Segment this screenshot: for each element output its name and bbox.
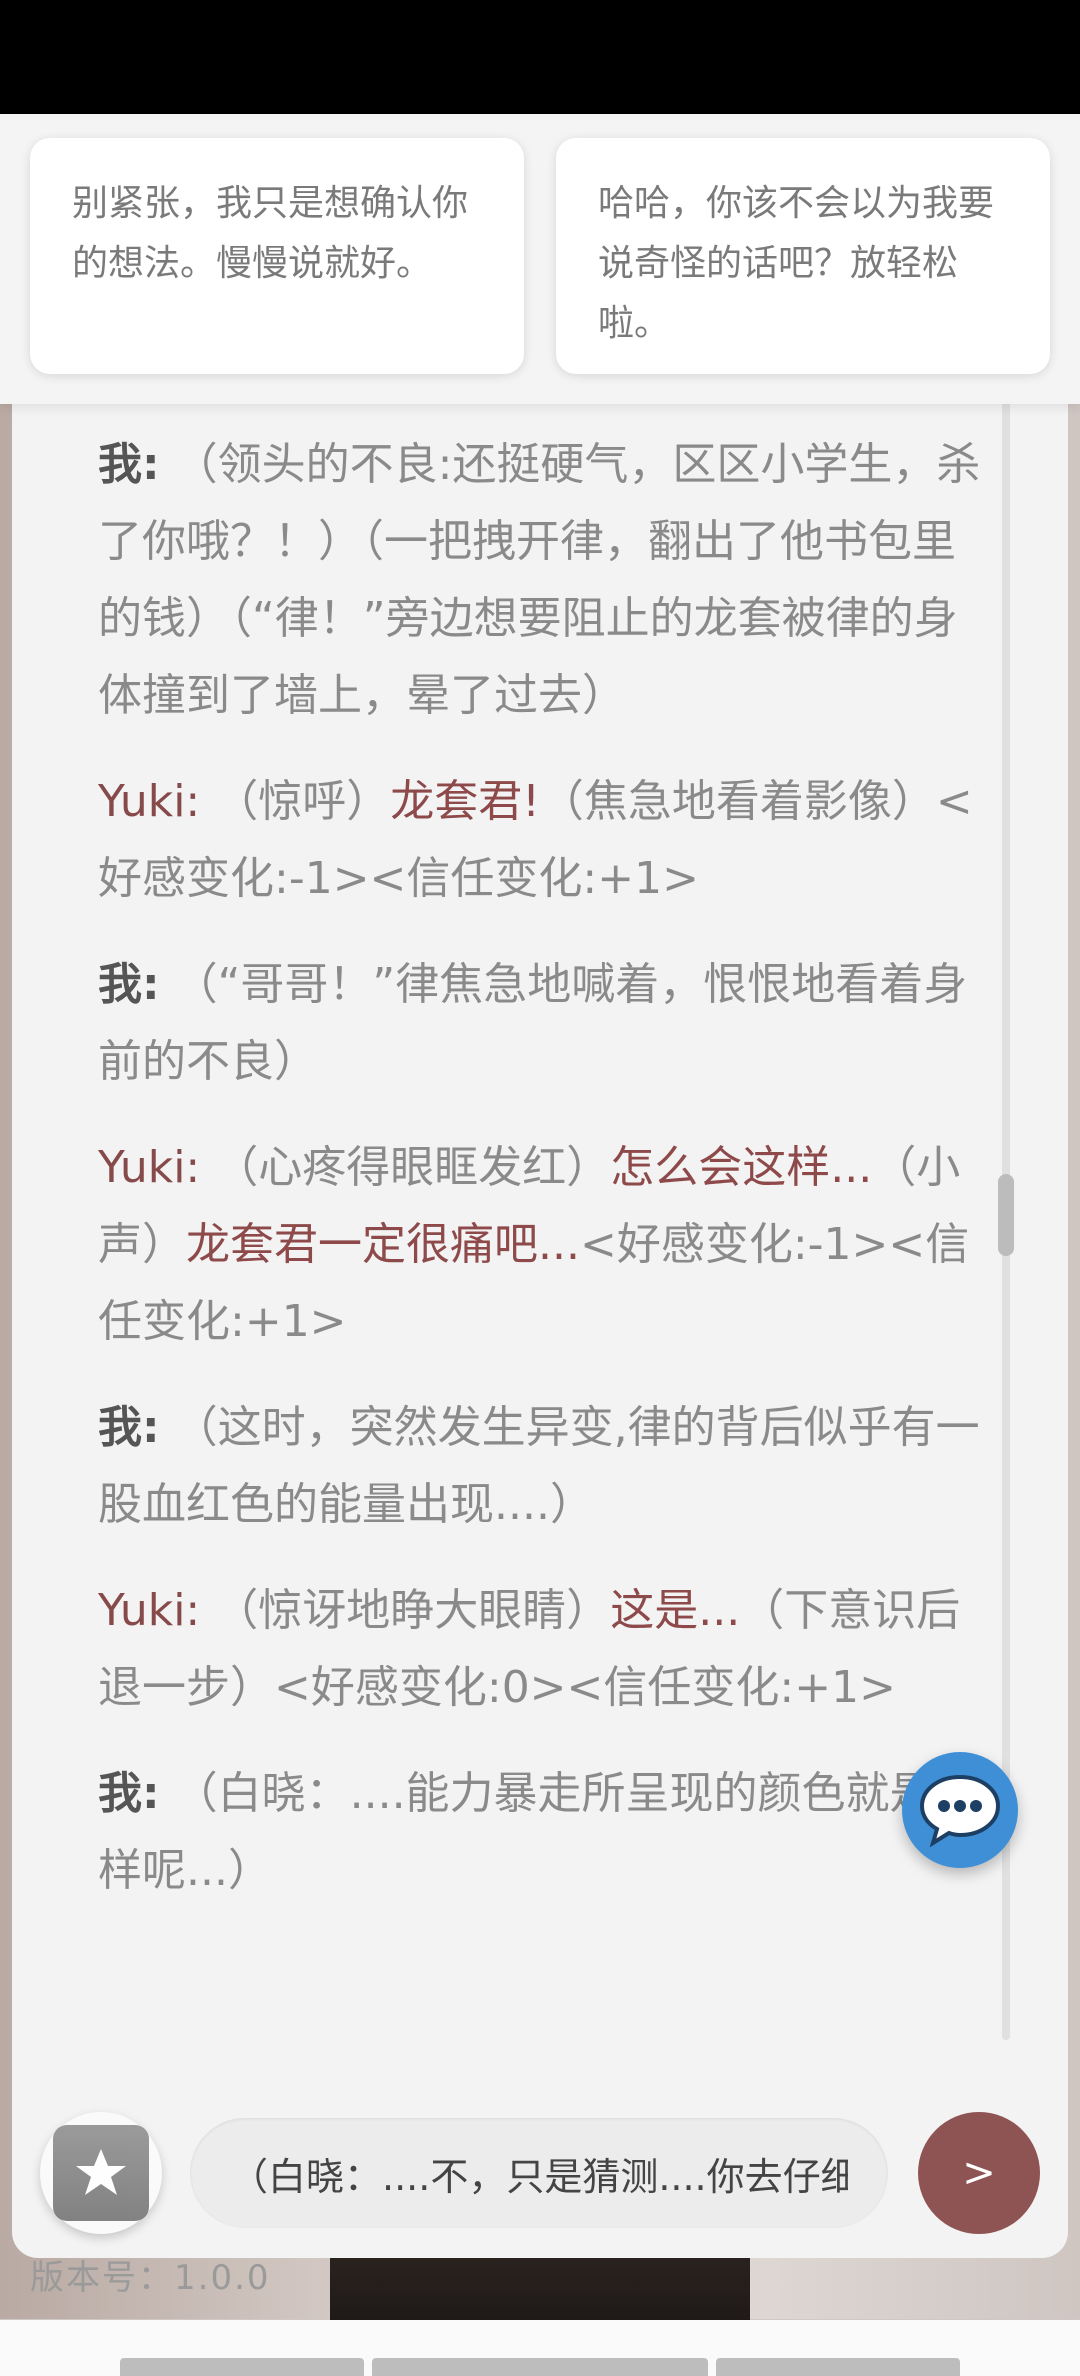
message-text: （白晓：....能力暴走所呈现的颜色就是这样呢...） [98, 1768, 978, 1896]
chat-bubble-icon [919, 1774, 1001, 1847]
message-text: （领头的不良:还挺硬气，区区小学生，杀了你哦？！）（一把拽开律，翻出了他书包里的… [98, 439, 981, 721]
suggestion-card[interactable]: 别紧张，我只是想确认你的想法。慢慢说就好。 [30, 138, 524, 374]
scrollbar-thumb[interactable] [998, 1174, 1014, 1256]
message-speech: 怎么会这样... [610, 1142, 873, 1193]
message-speech: 龙套君一定很痛吧... [186, 1219, 580, 1270]
chat-bubble-button[interactable] [902, 1752, 1018, 1868]
status-bar [0, 0, 1080, 114]
gift-star-icon [76, 2149, 126, 2195]
chat-panel: 我: （领头的不良:还挺硬气，区区小学生，杀了你哦？！）（一把拽开律，翻出了他书… [12, 360, 1068, 2258]
message-text: （惊讶地睁大眼睛） [214, 1585, 611, 1636]
gift-button[interactable] [40, 2112, 162, 2234]
chat-message: 我: （白晓：....能力暴走所呈现的颜色就是这样呢...） [98, 1755, 998, 1909]
chat-message: Yuki: （惊呼）龙套君!（焦急地看着影像）<好感变化:-1><信任变化:+1… [98, 763, 998, 917]
chat-message: 我: （领头的不良:还挺硬气，区区小学生，杀了你哦？！）（一把拽开律，翻出了他书… [98, 426, 998, 734]
nav-indicator [372, 2358, 708, 2376]
message-text: （心疼得眼眶发红） [214, 1142, 611, 1193]
message-input[interactable] [190, 2118, 888, 2228]
reply-suggestions: 别紧张，我只是想确认你的想法。慢慢说就好。 哈哈，你该不会以为我要说奇怪的话吧？… [0, 114, 1080, 404]
chat-message: 我: （这时，突然发生异变,律的背后似乎有一股血红色的能量出现....） [98, 1389, 998, 1543]
nav-indicator [716, 2358, 960, 2376]
message-speech: 这是... [610, 1585, 741, 1636]
chat-log[interactable]: 我: （领头的不良:还挺硬气，区区小学生，杀了你哦？！）（一把拽开律，翻出了他书… [98, 426, 998, 2046]
message-speaker: Yuki: [98, 1142, 201, 1193]
message-text: （惊呼） [214, 776, 391, 827]
suggestion-card[interactable]: 哈哈，你该不会以为我要说奇怪的话吧？放轻松啦。 [556, 138, 1050, 374]
message-speaker: 我: [98, 959, 160, 1010]
nav-indicator [120, 2358, 364, 2376]
message-speaker: Yuki: [98, 776, 201, 827]
message-speaker: 我: [98, 1768, 160, 1819]
message-text: （“哥哥！”律焦急地喊着，恨恨地看着身前的不良） [98, 959, 968, 1087]
message-text: （这时，突然发生异变,律的背后似乎有一股血红色的能量出现....） [98, 1402, 980, 1530]
gift-box [53, 2125, 149, 2221]
chat-message: 我: （“哥哥！”律焦急地喊着，恨恨地看着身前的不良） [98, 946, 998, 1100]
message-speaker: 我: [98, 439, 160, 490]
navigation-bar [0, 2320, 1080, 2376]
message-speaker: Yuki: [98, 1585, 201, 1636]
message-speaker: 我: [98, 1402, 160, 1453]
chat-message: Yuki: （心疼得眼眶发红）怎么会这样...（小声）龙套君一定很痛吧...<好… [98, 1129, 998, 1360]
send-button[interactable]: > [918, 2112, 1040, 2234]
message-speech: 龙套君! [390, 776, 540, 827]
chat-message: Yuki: （惊讶地睁大眼睛）这是...（下意识后退一步）<好感变化:0><信任… [98, 1572, 998, 1726]
